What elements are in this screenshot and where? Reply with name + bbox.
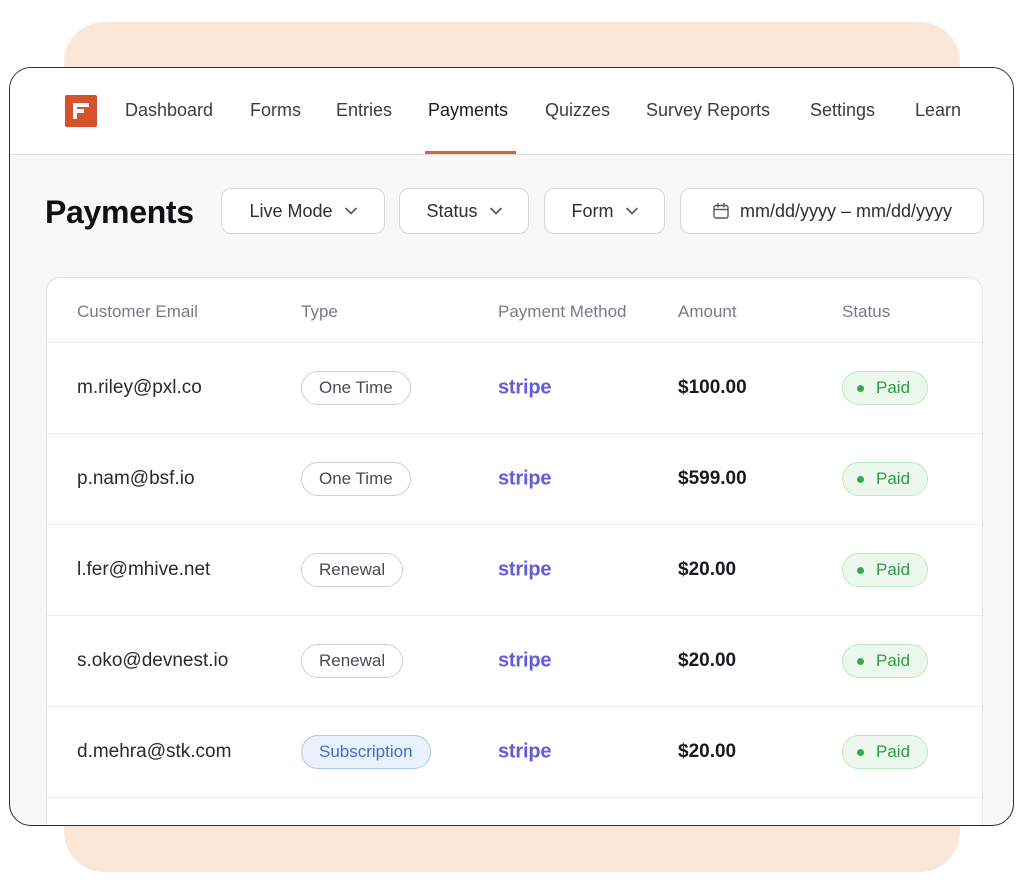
mode-dropdown[interactable]: Live Mode [221,188,385,234]
customer-email: p.nam@bsf.io [77,468,195,489]
status-dot-icon [857,384,864,392]
nav-item-dashboard[interactable]: Dashboard [125,100,213,121]
amount: $20.00 [678,559,737,580]
status-dot-icon [857,566,864,574]
stage: Dashboard Forms Entries Payments Quizzes… [0,0,1024,895]
amount: $100.00 [678,377,747,398]
nav-item-settings[interactable]: Settings [810,100,875,121]
status-label: Paid [876,651,911,670]
table-row[interactable]: m.riley@pxl.co One Time stripe $100.00 P… [47,343,982,434]
column-header-payment-method[interactable]: Payment Method [498,302,627,322]
status-badge: Paid [842,462,929,496]
column-header-amount[interactable]: Amount [678,302,737,322]
type-badge: One Time [301,371,411,405]
nav-item-forms[interactable]: Forms [250,100,301,121]
type-badge: One Time [301,462,411,496]
stripe-logo: stripe [498,649,552,672]
table-row[interactable]: l.fer@mhive.net Renewal stripe $20.00 Pa… [47,525,982,616]
nav-item-learn[interactable]: Learn [915,100,961,121]
customer-email: s.oko@devnest.io [77,650,229,671]
nav-item-payments[interactable]: Payments [428,100,508,121]
active-tab-indicator [425,151,516,154]
status-dot-icon [857,748,864,756]
customer-email: l.fer@mhive.net [77,559,211,580]
column-header-status[interactable]: Status [842,302,890,322]
status-dropdown-label: Status [426,200,478,221]
chevron-down-icon [344,207,357,215]
nav-item-survey-reports[interactable]: Survey Reports [646,100,770,121]
app-window: Dashboard Forms Entries Payments Quizzes… [9,67,1014,826]
status-dot-icon [857,475,864,483]
stripe-logo: stripe [498,558,552,581]
type-badge: Renewal [301,553,404,587]
status-label: Paid [876,378,911,397]
amount: $20.00 [678,650,737,671]
status-badge: Paid [842,553,929,587]
stripe-logo: stripe [498,467,552,490]
top-navigation: Dashboard Forms Entries Payments Quizzes… [10,68,1013,155]
status-label: Paid [876,742,911,761]
customer-email: m.riley@pxl.co [77,377,202,398]
type-badge: Subscription [301,735,431,769]
form-dropdown[interactable]: Form [544,188,665,234]
mode-dropdown-label: Live Mode [249,200,333,221]
amount: $20.00 [678,741,737,762]
customer-email: d.mehra@stk.com [77,741,232,762]
fluentforms-logo-icon[interactable] [65,95,97,127]
date-range-picker[interactable]: mm/dd/yyyy – mm/dd/yyyy [680,188,984,234]
status-badge: Paid [842,371,929,405]
table-row[interactable]: d.mehra@stk.com Subscription stripe $20.… [47,707,982,798]
payments-table: Customer Email Type Payment Method Amoun… [46,277,983,825]
status-label: Paid [876,469,911,488]
form-dropdown-label: Form [571,200,614,221]
column-header-type[interactable]: Type [301,302,338,322]
column-header-customer-email[interactable]: Customer Email [77,302,198,322]
type-badge: Renewal [301,644,404,678]
date-range-placeholder: mm/dd/yyyy – mm/dd/yyyy [739,200,953,221]
nav-item-quizzes[interactable]: Quizzes [545,100,610,121]
status-dropdown[interactable]: Status [399,188,529,234]
chevron-down-icon [625,207,638,215]
status-badge: Paid [842,735,929,769]
page-title: Payments [45,194,194,230]
stripe-logo: stripe [498,376,552,399]
nav-item-entries[interactable]: Entries [336,100,392,121]
table-row[interactable]: s.oko@devnest.io Renewal stripe $20.00 P… [47,616,982,707]
status-badge: Paid [842,644,929,678]
chevron-down-icon [489,207,502,215]
table-row[interactable]: p.nam@bsf.io One Time stripe $599.00 Pai… [47,434,982,525]
calendar-icon [713,202,729,219]
stripe-logo: stripe [498,740,552,763]
status-label: Paid [876,560,911,579]
amount: $599.00 [678,468,747,489]
status-dot-icon [857,657,864,665]
